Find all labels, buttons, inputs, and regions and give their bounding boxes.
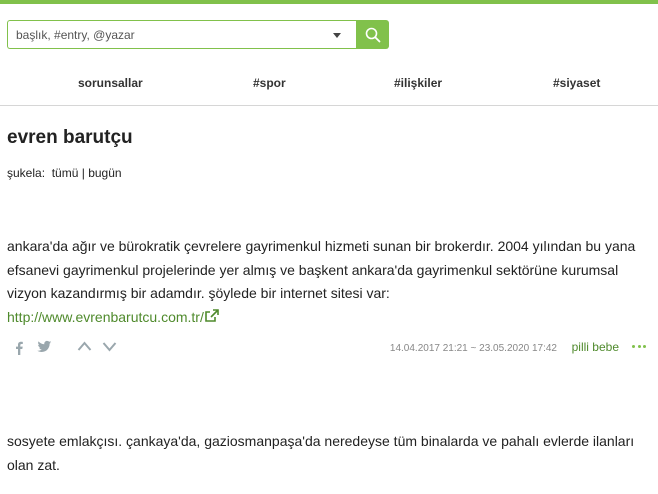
top-accent-bar: [0, 0, 658, 4]
chevron-down-icon[interactable]: [333, 33, 341, 38]
topic-title[interactable]: evren barutçu: [7, 127, 133, 149]
search-button[interactable]: [356, 20, 389, 49]
topic-nav: sorunsallar #spor #ilişkiler #siyaset: [0, 66, 658, 102]
sukela-filter: şukela: tümü | bugün: [7, 166, 122, 180]
search-icon: [365, 27, 380, 42]
chevron-down-icon[interactable]: [102, 340, 117, 352]
nav-item-spor[interactable]: #spor: [253, 76, 286, 90]
entry-footer: 14.04.2017 21:21 ~ 23.05.2020 17:42 pill…: [0, 337, 658, 359]
filter-today-link[interactable]: bugün: [88, 166, 121, 180]
search-input[interactable]: [7, 20, 356, 49]
sukela-label: şukela:: [7, 166, 46, 180]
nav-item-iliskiler[interactable]: #ilişkiler: [394, 76, 442, 90]
entry-text: ankara'da ağır ve bürokratik çevrelere g…: [7, 238, 636, 301]
entry-link-text: http://www.evrenbarutcu.com.tr/: [7, 308, 204, 325]
nav-divider: [0, 105, 658, 106]
entry-content: ankara'da ağır ve bürokratik çevrelere g…: [7, 235, 652, 329]
entry-content: sosyete emlakçısı. çankaya'da, gaziosman…: [7, 430, 652, 477]
external-link-icon: [205, 308, 219, 322]
nav-item-sorunsallar[interactable]: sorunsallar: [78, 76, 143, 90]
entry-author[interactable]: pilli bebe: [572, 340, 619, 354]
twitter-icon[interactable]: [37, 340, 52, 354]
search-bar: [7, 20, 389, 49]
entry-date[interactable]: 14.04.2017 21:21 ~ 23.05.2020 17:42: [390, 343, 557, 354]
facebook-icon[interactable]: [14, 340, 24, 356]
filter-all-link[interactable]: tümü: [52, 166, 79, 180]
entry-text: sosyete emlakçısı. çankaya'da, gaziosman…: [7, 433, 635, 473]
chevron-up-icon[interactable]: [77, 340, 92, 352]
filter-separator: |: [81, 166, 85, 180]
more-dots-icon[interactable]: [632, 345, 646, 349]
nav-item-siyaset[interactable]: #siyaset: [553, 76, 600, 90]
entry-link[interactable]: http://www.evrenbarutcu.com.tr/: [7, 309, 220, 325]
